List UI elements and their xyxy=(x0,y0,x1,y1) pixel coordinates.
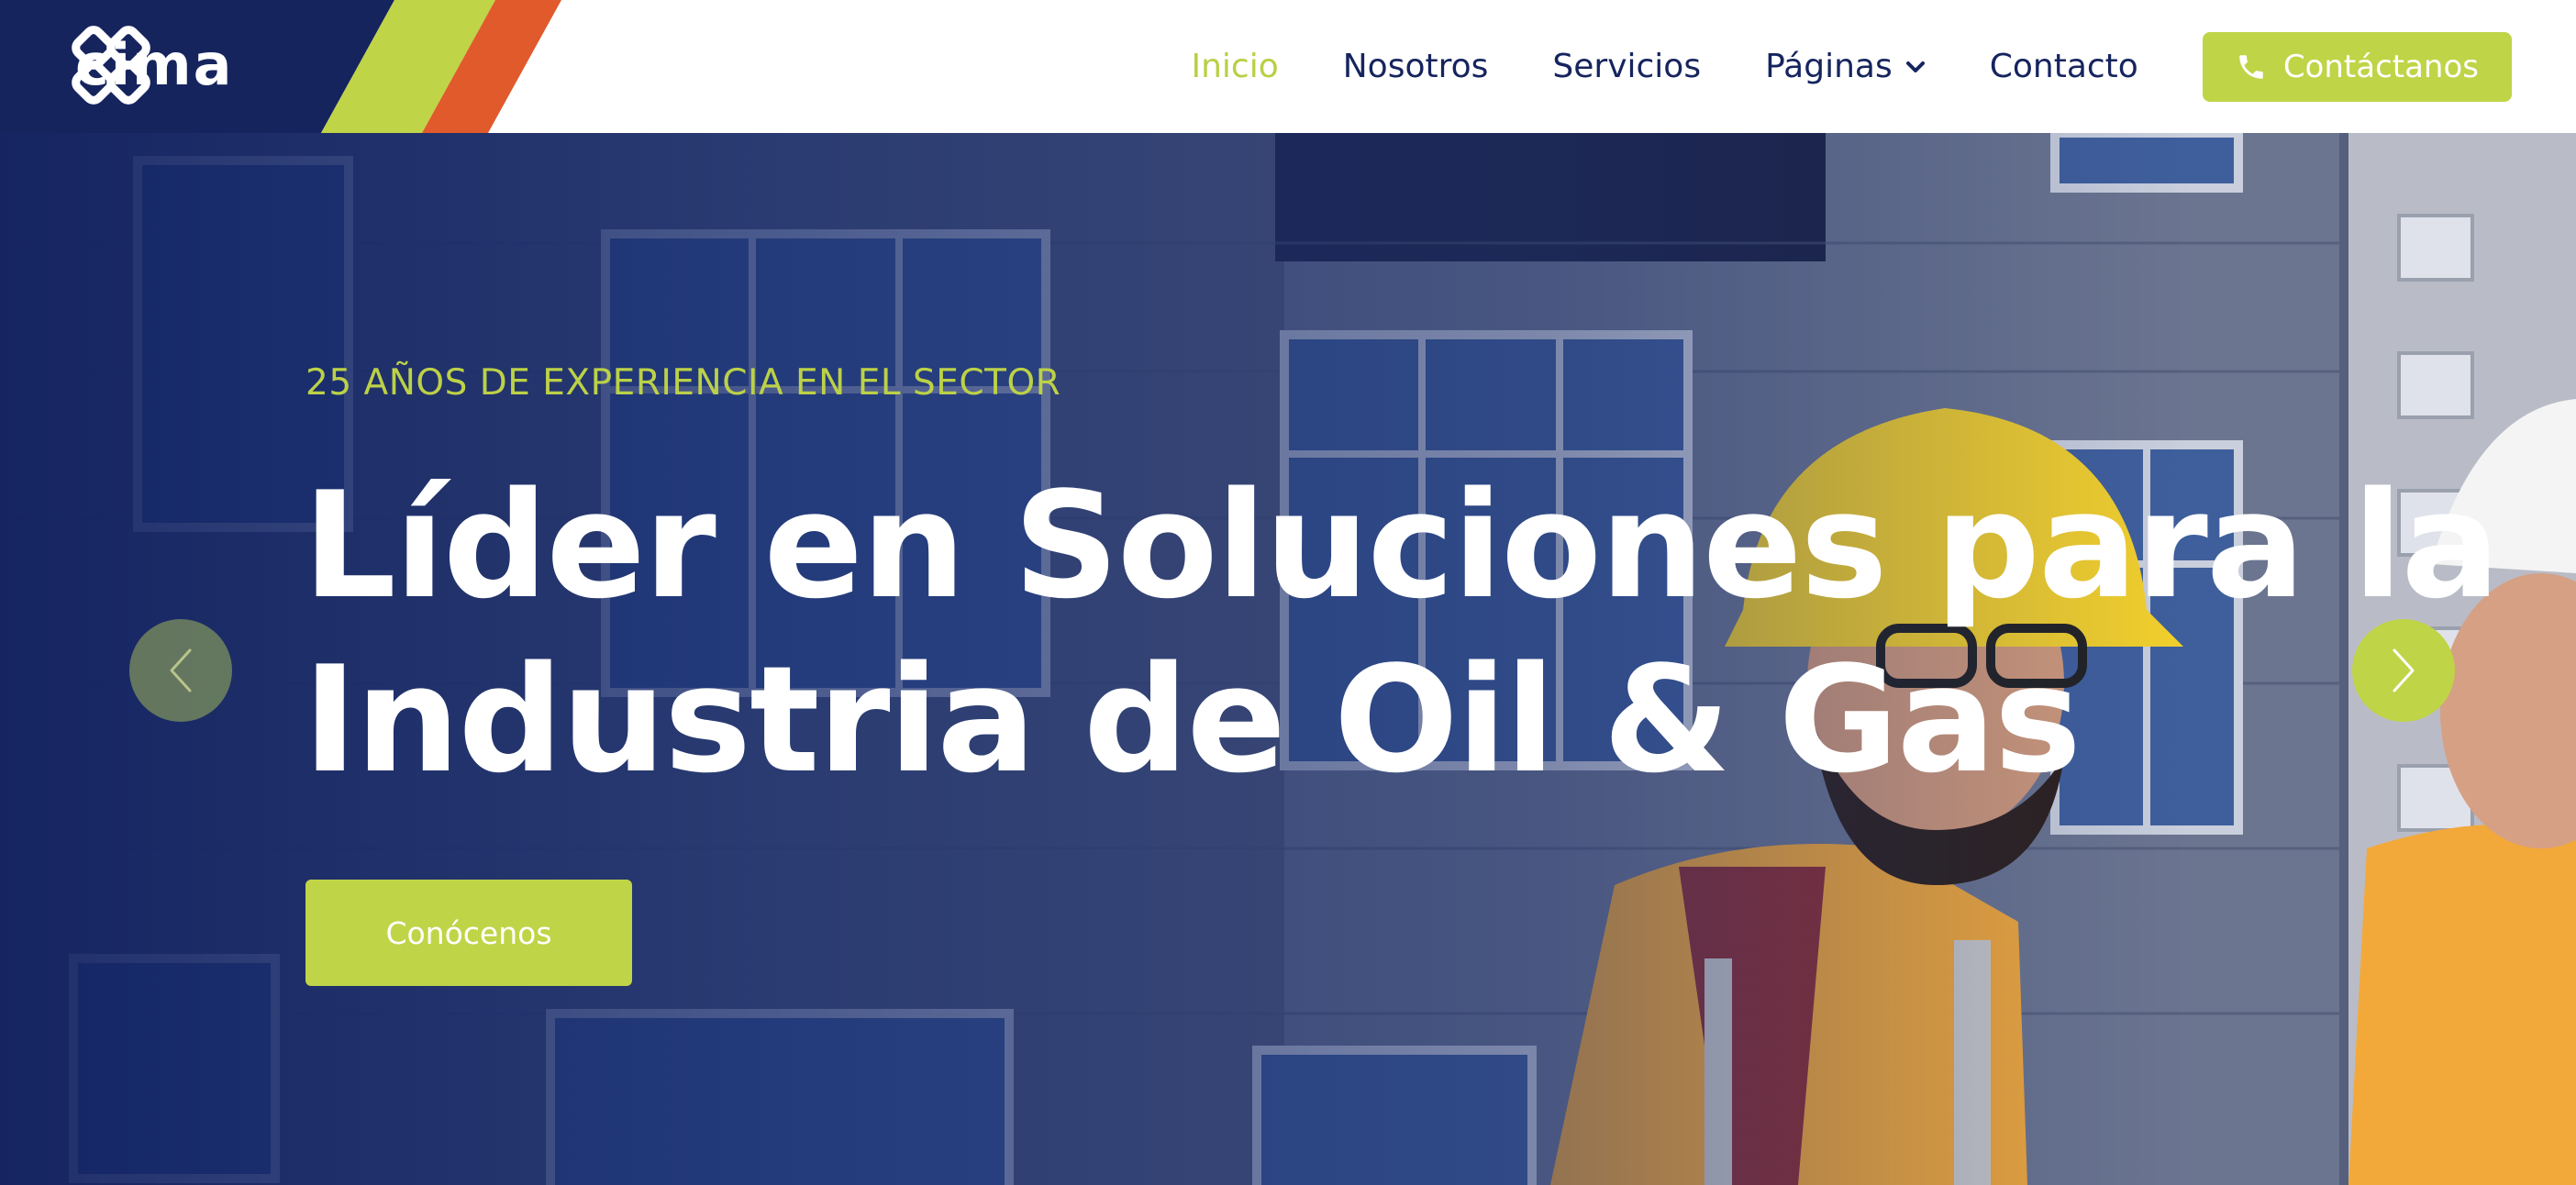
nav-item-contacto[interactable]: Contacto xyxy=(1990,48,2138,85)
cima-knot-logo-icon xyxy=(72,26,150,105)
contact-cta-label: Contáctanos xyxy=(2282,48,2479,85)
hero-eyebrow: 25 AÑOS DE EXPERIENCIA EN EL SECTOR xyxy=(305,362,1061,404)
hero-cta-button[interactable]: Conócenos xyxy=(305,880,632,986)
hero-slider: 25 AÑOS DE EXPERIENCIA EN EL SECTOR Líde… xyxy=(0,133,2576,1185)
site-header: cima Inicio Nosotros Servicios Páginas C… xyxy=(0,0,2576,133)
slider-next-button[interactable] xyxy=(2352,619,2455,722)
chevron-left-icon xyxy=(170,648,192,692)
contact-cta-button[interactable]: Contáctanos xyxy=(2202,31,2512,102)
nav-item-paginas-label: Páginas xyxy=(1765,48,1893,85)
brand-block: cima xyxy=(0,0,569,133)
nav-item-nosotros[interactable]: Nosotros xyxy=(1343,48,1489,85)
hero-headline-line-2: Industria de Oil & Gas xyxy=(303,634,2082,805)
cima-logo[interactable]: cima xyxy=(70,24,317,106)
slider-prev-button[interactable] xyxy=(129,619,232,722)
nav-item-servicios[interactable]: Servicios xyxy=(1552,48,1701,85)
main-nav: Inicio Nosotros Servicios Páginas Contac… xyxy=(1191,0,2576,133)
chevron-down-icon xyxy=(1905,61,1925,72)
nav-item-inicio[interactable]: Inicio xyxy=(1191,48,1278,85)
nav-item-paginas[interactable]: Páginas xyxy=(1765,48,1926,85)
phone-icon xyxy=(2239,54,2263,79)
hero-headline-line-1: Líder en Soluciones para la xyxy=(303,460,2500,631)
chevron-right-icon xyxy=(2393,648,2415,692)
hero-headline: Líder en Soluciones para la Industria de… xyxy=(303,459,2500,807)
